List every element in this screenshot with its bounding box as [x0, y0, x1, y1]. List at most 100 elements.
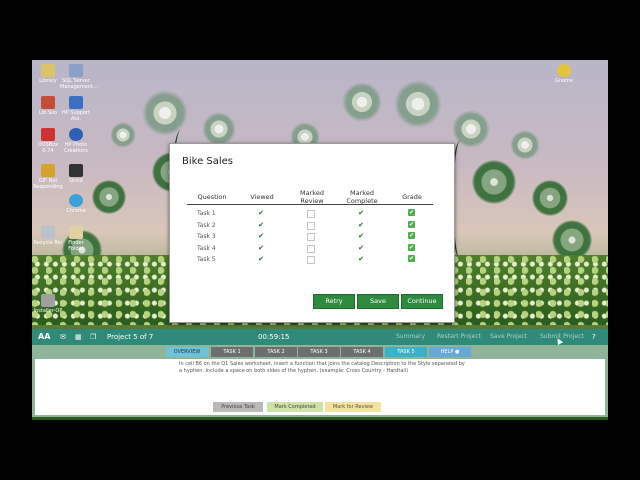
column-header-viewed: Viewed	[250, 193, 274, 201]
tab-overview[interactable]: OVERVIEW	[166, 347, 208, 357]
column-header-grade: Grade	[402, 193, 422, 201]
viewed-check-icon: ✔	[258, 209, 264, 217]
task-label: Task 3	[197, 233, 216, 240]
task-label: Task 5	[197, 256, 216, 263]
column-header-marked-complete: Marked Complete	[346, 189, 378, 205]
save-project-link[interactable]: Save Project	[490, 331, 527, 343]
help-icon[interactable]: ?	[592, 331, 596, 343]
calculator-icon[interactable]: ▦	[75, 331, 82, 343]
review-checkbox	[307, 221, 315, 230]
tab-help[interactable]: HELP ●	[429, 347, 471, 357]
header-divider	[187, 204, 433, 205]
review-checkbox	[307, 244, 315, 253]
comment-icon[interactable]: ✉	[60, 331, 66, 343]
lightbulb-icon: ●	[454, 349, 460, 355]
grade-pass-icon: ✔	[408, 255, 415, 262]
hp-icon	[69, 128, 83, 141]
results-dialog: Bike Sales Question Viewed Marked Review…	[169, 143, 455, 323]
folder-icon	[41, 164, 55, 177]
desktop-icon-label: Lib Silo	[39, 110, 57, 116]
task-row: Task 2 ✔ ✔ ✔	[187, 220, 437, 231]
browser-icon	[69, 194, 83, 207]
wallpaper-flower	[110, 122, 136, 148]
wallpaper-flower	[92, 180, 126, 214]
summary-link[interactable]: Summary	[396, 331, 425, 343]
grade-pass-icon: ✔	[408, 220, 415, 228]
star-icon	[557, 64, 571, 77]
task-label: Task 2	[197, 221, 216, 229]
wallpaper-flower	[510, 130, 540, 160]
tab-task-3[interactable]: TASK 3	[298, 347, 340, 357]
database-icon	[69, 64, 83, 77]
tab-task-2[interactable]: TASK 2	[255, 347, 297, 357]
complete-check-icon: ✔	[358, 209, 364, 217]
font-size-button[interactable]: AA	[38, 331, 50, 343]
task-label: Task 1	[197, 210, 216, 217]
desktop-icon-label: Finder Folder	[68, 240, 84, 252]
tab-task-5[interactable]: TASK 5	[385, 347, 427, 357]
wallpaper-flower	[552, 220, 592, 260]
dosbox-icon	[41, 128, 55, 141]
desktop-icon[interactable]: Gnome	[548, 64, 580, 84]
desktop-icon-label: HP Support Ass.	[61, 110, 91, 122]
task-instructions: In cell B6 on the Q1 Sales worksheet, in…	[179, 361, 465, 374]
task-tabs: OVERVIEW TASK 1 TASK 2 TASK 3 TASK 4 TAS…	[32, 347, 608, 359]
desktop-icon-label: Recycle Bin	[33, 240, 63, 246]
wallpaper-flower	[394, 80, 442, 128]
mark-completed-button[interactable]: Mark Completed	[267, 402, 323, 412]
viewed-check-icon: ✔	[258, 220, 264, 229]
mark-for-review-button[interactable]: Mark for Review	[325, 402, 381, 412]
desktop-icon[interactable]: SQL Server Management...	[60, 64, 98, 90]
grade-pass-icon: ✔	[408, 232, 415, 239]
grade-pass-icon: ✔	[408, 243, 415, 251]
desktop-icon[interactable]: HP Support Ass.	[60, 96, 92, 122]
timer: 00:59:15	[258, 333, 290, 341]
column-header-question: Question	[197, 193, 227, 201]
task-row: Task 4 ✔ ✔ ✔	[187, 243, 437, 254]
folder-icon	[69, 226, 83, 239]
task-label: Task 4	[197, 244, 216, 252]
desktop-icon-label: SQL Server Management...	[60, 78, 98, 90]
desktop-icon-label: Library	[39, 78, 57, 84]
desktop-icon-label: Installer-OP	[33, 308, 63, 314]
desktop-icon[interactable]: Installer-OP	[32, 294, 64, 314]
tab-task-1[interactable]: TASK 1	[211, 347, 253, 357]
task-row: Task 3 ✔ ✔ ✔	[187, 231, 437, 242]
wallpaper-flower	[472, 160, 516, 204]
tab-help-label: HELP	[440, 349, 454, 355]
review-checkbox	[307, 233, 315, 241]
viewed-check-icon: ✔	[258, 243, 264, 252]
installer-icon	[41, 294, 55, 307]
review-checkbox	[307, 256, 315, 264]
previous-task-button[interactable]: Previous Task	[213, 402, 263, 412]
review-checkbox	[307, 210, 315, 218]
column-header-marked-review: Marked Review	[300, 189, 324, 205]
save-button[interactable]: Save	[357, 294, 399, 309]
window-icon[interactable]: ❐	[90, 331, 96, 343]
desktop-icon-label: Gnome	[554, 78, 574, 84]
recycle-bin-icon	[41, 226, 55, 239]
app-icon	[41, 96, 55, 109]
desktop-icon-label: Droid	[69, 178, 83, 184]
desktop-icon[interactable]: Chrome	[60, 194, 92, 214]
retry-button[interactable]: Retry	[313, 294, 355, 309]
complete-check-icon: ✔	[358, 232, 364, 240]
complete-check-icon: ✔	[358, 220, 364, 229]
folder-icon	[41, 64, 55, 77]
grade-pass-icon: ✔	[408, 209, 415, 216]
continue-button[interactable]: Continue	[401, 294, 443, 309]
desktop-icon[interactable]: Droid	[60, 164, 92, 184]
desktop-icon[interactable]: Finder Folder	[60, 226, 92, 252]
exam-panel: AA ✉ ▦ ❐ Project 5 of 7 00:59:15 Summary…	[32, 329, 608, 417]
hp-icon	[69, 96, 83, 109]
desktop-icon-label: DOSBox 0.74	[37, 142, 59, 154]
wallpaper-stem	[452, 140, 474, 260]
complete-check-icon: ✔	[358, 243, 364, 252]
dialog-title: Bike Sales	[182, 156, 234, 167]
viewed-check-icon: ✔	[258, 232, 264, 240]
exam-toolbar: AA ✉ ▦ ❐ Project 5 of 7 00:59:15 Summary…	[32, 329, 608, 345]
android-icon	[69, 164, 83, 177]
tab-task-4[interactable]: TASK 4	[341, 347, 383, 357]
restart-project-link[interactable]: Restart Project	[437, 331, 481, 343]
desktop-icon[interactable]: HP Photo Creations	[60, 128, 92, 154]
